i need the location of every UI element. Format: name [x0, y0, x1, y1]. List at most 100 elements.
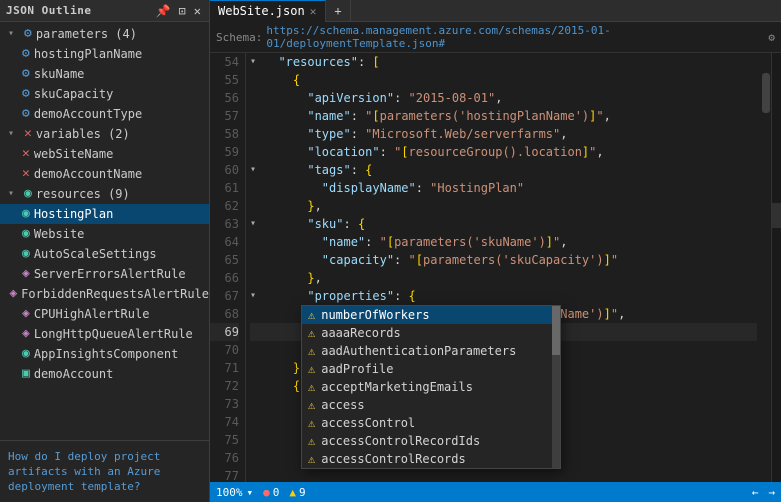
sidebar-item-demoAccount[interactable]: ▣demoAccount — [0, 364, 209, 384]
tab-plus[interactable]: + — [326, 0, 350, 22]
schema-bar: Schema: https://schema.management.azure.… — [210, 22, 781, 53]
tree-label-webSiteName: webSiteName — [34, 145, 113, 163]
sidebar-footer-link[interactable]: How do I deploy project artifacts with a… — [0, 440, 209, 502]
tree-label-skuCapacity: skuCapacity — [34, 85, 113, 103]
sidebar-item-LongHttpQueueAlertRule[interactable]: ◈LongHttpQueueAlertRule — [0, 324, 209, 344]
ac-item-access[interactable]: ⚠access — [302, 396, 560, 414]
fold-67[interactable]: ▾ — [250, 287, 264, 305]
ac-label: accessControlRecords — [321, 450, 466, 468]
code-text-61: "displayName": "HostingPlan" — [264, 179, 524, 197]
schema-url[interactable]: https://schema.management.azure.com/sche… — [266, 24, 764, 50]
line-num-62: 62 — [210, 197, 239, 215]
tab-website-json[interactable]: WebSite.json✕ — [210, 0, 326, 22]
code-text-72: { — [264, 377, 300, 395]
tab-close-website-json[interactable]: ✕ — [309, 5, 318, 18]
ac-item-accessControlRecords[interactable]: ⚠accessControlRecords — [302, 450, 560, 468]
code-line-66: }, — [250, 269, 757, 287]
ac-warning-icon: ⚠ — [308, 432, 315, 450]
fold-59 — [250, 143, 264, 161]
ac-item-aadProfile[interactable]: ⚠aadProfile — [302, 360, 560, 378]
sidebar-item-AppInsightsComponent[interactable]: ◉AppInsightsComponent — [0, 344, 209, 364]
code-text-67: "properties": { — [264, 287, 416, 305]
sidebar-item-webSiteName[interactable]: ✕webSiteName — [0, 144, 209, 164]
fold-63[interactable]: ▾ — [250, 215, 264, 233]
tree-icon-x: ✕ — [22, 165, 30, 183]
ac-item-aadAuthenticationParameters[interactable]: ⚠aadAuthenticationParameters — [302, 342, 560, 360]
sidebar-item-demoAccountName[interactable]: ✕demoAccountName — [0, 164, 209, 184]
move-icon[interactable]: ⊡ — [177, 4, 188, 18]
line-num-58: 58 — [210, 125, 239, 143]
code-line-63: ▾ "sku": { — [250, 215, 757, 233]
ac-item-acceptMarketingEmails[interactable]: ⚠acceptMarketingEmails — [302, 378, 560, 396]
fold-54[interactable]: ▾ — [250, 53, 264, 71]
tree-icon-autoscale: ◉ — [22, 345, 30, 363]
fold-60[interactable]: ▾ — [250, 161, 264, 179]
line-num-59: 59 — [210, 143, 239, 161]
fold-75 — [250, 431, 264, 449]
fold-61 — [250, 179, 264, 197]
line-num-77: 77 — [210, 467, 239, 482]
error-indicator[interactable]: ● 0 — [263, 486, 279, 499]
forward-arrow-icon: → — [768, 486, 775, 499]
editor-area: 5455565758596061626364656667686970717273… — [210, 53, 781, 482]
code-text-77 — [264, 467, 307, 482]
ac-warning-icon: ⚠ — [308, 414, 315, 432]
sidebar-item-parameters[interactable]: ▾⚙parameters (4) — [0, 24, 209, 44]
sidebar-item-ServerErrorsAlertRule[interactable]: ◈ServerErrorsAlertRule — [0, 264, 209, 284]
warning-indicator[interactable]: ▲ 9 — [289, 486, 305, 499]
sidebar-item-skuCapacity[interactable]: ⚙skuCapacity — [0, 84, 209, 104]
fold-66 — [250, 269, 264, 287]
line-num-72: 72 — [210, 377, 239, 395]
line-num-75: 75 — [210, 431, 239, 449]
autocomplete-dropdown: ⚠numberOfWorkers⚠aaaaRecords⚠aadAuthenti… — [301, 305, 561, 469]
sidebar-item-Website[interactable]: ◉Website — [0, 224, 209, 244]
sidebar-item-AutoScaleSettings[interactable]: ◉AutoScaleSettings — [0, 244, 209, 264]
sidebar-item-variables[interactable]: ▾✕variables (2) — [0, 124, 209, 144]
tree-label-demoAccount: demoAccount — [34, 365, 113, 383]
sidebar-item-CPUHighAlertRule[interactable]: ◈CPUHighAlertRule — [0, 304, 209, 324]
code-line-56: "apiVersion": "2015-08-01", — [250, 89, 757, 107]
ac-item-numberOfWorkers[interactable]: ⚠numberOfWorkers — [302, 306, 560, 324]
code-text-56: "apiVersion": "2015-08-01", — [264, 89, 502, 107]
editor-scrollbar[interactable] — [761, 53, 771, 482]
line-num-54: 54 — [210, 53, 239, 71]
fold-77 — [250, 467, 264, 482]
sidebar-item-demoAccountType[interactable]: ⚙demoAccountType — [0, 104, 209, 124]
pin-icon[interactable]: 📌 — [154, 4, 173, 18]
fold-57 — [250, 107, 264, 125]
tree-icon-hosting: ◉ — [22, 225, 30, 243]
ac-item-accessControl[interactable]: ⚠accessControl — [302, 414, 560, 432]
ac-item-aaaaRecords[interactable]: ⚠aaaaRecords — [302, 324, 560, 342]
nav-forward[interactable]: → — [768, 486, 775, 499]
line-num-63: 63 — [210, 215, 239, 233]
nav-back[interactable]: ← — [752, 486, 759, 499]
sidebar-item-ForbiddenRequestsAlertRule[interactable]: ◈ForbiddenRequestsAlertRule — [0, 284, 209, 304]
fold-64 — [250, 233, 264, 251]
sidebar-item-HostingPlan[interactable]: ◉HostingPlan — [0, 204, 209, 224]
line-num-74: 74 — [210, 413, 239, 431]
fold-74 — [250, 413, 264, 431]
zoom-level[interactable]: 100% — [216, 486, 243, 499]
close-icon[interactable]: ✕ — [192, 4, 203, 18]
code-editor[interactable]: ▾ "resources": [ { "apiVersion": "2015-0… — [246, 53, 761, 482]
tree-label-demoAccountName: demoAccountName — [34, 165, 142, 183]
zoom-dropdown-icon[interactable]: ▾ — [247, 486, 254, 499]
line-num-60: 60 — [210, 161, 239, 179]
ac-label: accessControlRecordIds — [321, 432, 480, 450]
back-arrow-icon: ← — [752, 486, 759, 499]
autocomplete-scrollbar[interactable] — [552, 306, 560, 468]
warning-count: 9 — [299, 486, 306, 499]
line-num-70: 70 — [210, 341, 239, 359]
ac-warning-icon: ⚠ — [308, 324, 315, 342]
schema-settings-icon[interactable]: ⚙ — [768, 31, 775, 44]
tree-icon-x: ✕ — [22, 145, 30, 163]
sidebar-title: JSON Outline — [6, 4, 91, 17]
error-icon: ● — [263, 486, 270, 499]
ac-item-accessControlRecordIds[interactable]: ⚠ accessControlRecordIds — [302, 432, 560, 450]
sidebar-item-resources[interactable]: ▾◉resources (9) — [0, 184, 209, 204]
zoom-control[interactable]: 100% ▾ — [216, 486, 253, 499]
fold-68 — [250, 305, 264, 323]
code-line-67: ▾ "properties": { — [250, 287, 757, 305]
sidebar-item-hostingPlanName[interactable]: ⚙hostingPlanName — [0, 44, 209, 64]
sidebar-item-skuName[interactable]: ⚙skuName — [0, 64, 209, 84]
